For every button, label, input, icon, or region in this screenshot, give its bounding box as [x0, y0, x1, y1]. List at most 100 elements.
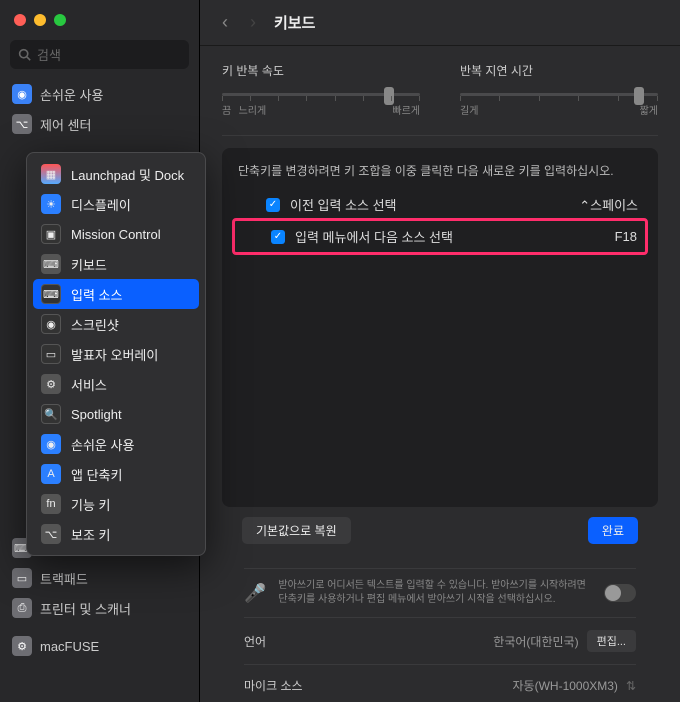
- popup-item-keyboard[interactable]: ⌨ 키보드: [33, 249, 199, 279]
- key-repeat-slider[interactable]: 키 반복 속도 끔 느리게 빠르게: [222, 62, 420, 117]
- popup-item-launchpad[interactable]: ▦ Launchpad 및 Dock: [33, 159, 199, 189]
- language-row: 언어 한국어(대한민국) 편집...: [244, 617, 636, 664]
- close-window[interactable]: [14, 14, 26, 26]
- printer-icon: ⎙: [12, 598, 32, 618]
- language-value: 한국어(대한민국): [493, 633, 578, 650]
- keyboard-icon: ⌨: [41, 254, 61, 274]
- done-button[interactable]: 완료: [588, 517, 638, 544]
- popup-item-label: 스크린샷: [71, 315, 119, 334]
- slider-label: 반복 지연 시간: [460, 62, 658, 79]
- function-keys-icon: fn: [41, 494, 61, 514]
- popup-item-screenshot[interactable]: ◉ 스크린샷: [33, 309, 199, 339]
- search-input[interactable]: 검색: [10, 40, 189, 69]
- popup-item-presenter[interactable]: ▭ 발표자 오버레이: [33, 339, 199, 369]
- sidebar-item-label: macFUSE: [40, 639, 99, 654]
- popup-item-label: 보조 키: [71, 525, 111, 544]
- popup-item-label: 손쉬운 사용: [71, 435, 134, 454]
- shortcut-label: 입력 메뉴에서 다음 소스 선택: [295, 227, 605, 246]
- language-label: 언어: [244, 633, 266, 650]
- back-button[interactable]: ‹: [218, 10, 232, 35]
- mic-icon: 🎤: [244, 583, 266, 604]
- zoom-window[interactable]: [54, 14, 66, 26]
- page-title: 키보드: [274, 12, 315, 33]
- services-icon: ⚙: [41, 374, 61, 394]
- display-icon: ☀: [41, 194, 61, 214]
- instruction-text: 단축키를 변경하려면 키 조합을 이중 클릭한 다음 새로운 키를 입력하십시오…: [238, 162, 642, 179]
- popup-item-label: 서비스: [71, 375, 107, 394]
- launchpad-icon: ▦: [41, 164, 61, 184]
- edit-language-button[interactable]: 편집...: [587, 630, 636, 652]
- dictation-text: 받아쓰기로 어디서든 텍스트를 입력할 수 있습니다. 받아쓰기를 시작하려면 …: [278, 579, 592, 607]
- mic-source-row: 마이크 소스 자동(WH-1000XM3) ⇅: [244, 664, 636, 702]
- header: ‹ › 키보드: [200, 0, 680, 46]
- popup-item-label: 키보드: [71, 255, 107, 274]
- search-placeholder: 검색: [37, 45, 61, 64]
- trackpad-icon: ▭: [12, 568, 32, 588]
- sidebar-item-trackpad[interactable]: ▭ 트랙패드: [6, 563, 193, 593]
- checkbox[interactable]: ✓: [266, 198, 280, 212]
- mission-control-icon: ▣: [41, 224, 61, 244]
- category-popup: ▦ Launchpad 및 Dock ☀ 디스플레이 ▣ Mission Contro…: [26, 152, 206, 556]
- input-source-icon: ⌨: [41, 284, 61, 304]
- sidebar-item-printers[interactable]: ⎙ 프린터 및 스캐너: [6, 593, 193, 623]
- macfuse-icon: ⚙: [12, 636, 32, 656]
- accessibility-icon: ◉: [12, 84, 32, 104]
- control-center-icon: ⌥: [12, 114, 32, 134]
- minimize-window[interactable]: [34, 14, 46, 26]
- window-controls: [0, 0, 199, 36]
- popup-item-app-shortcuts[interactable]: A 앱 단축키: [33, 459, 199, 489]
- accessibility-icon: ◉: [41, 434, 61, 454]
- spotlight-icon: 🔍: [41, 404, 61, 424]
- popup-item-modifier-keys[interactable]: ⌥ 보조 키: [33, 519, 199, 549]
- shortcut-label: 이전 입력 소스 선택: [290, 195, 569, 214]
- popup-item-services[interactable]: ⚙ 서비스: [33, 369, 199, 399]
- mic-label: 마이크 소스: [244, 677, 303, 694]
- popup-item-label: 기능 키: [71, 495, 111, 514]
- slider-min-label: 끔: [222, 102, 231, 117]
- dictation-row: 🎤 받아쓰기로 어디서든 텍스트를 입력할 수 있습니다. 받아쓰기를 시작하려…: [244, 568, 636, 617]
- app-shortcuts-icon: A: [41, 464, 61, 484]
- popup-item-input-sources[interactable]: ⌨ 입력 소스: [33, 279, 199, 309]
- restore-defaults-button[interactable]: 기본값으로 복원: [242, 517, 351, 544]
- main-panel: ‹ › 키보드 키 반복 속도 끔 느리게 빠르게 반복 지연 시간: [200, 0, 680, 702]
- popup-item-display[interactable]: ☀ 디스플레이: [33, 189, 199, 219]
- popup-item-function-keys[interactable]: fn 기능 키: [33, 489, 199, 519]
- shortcut-key[interactable]: ⌃스페이스: [579, 195, 638, 214]
- popup-item-accessibility[interactable]: ◉ 손쉬운 사용: [33, 429, 199, 459]
- presenter-icon: ▭: [41, 344, 61, 364]
- popup-item-label: 입력 소스: [71, 285, 122, 304]
- mic-value: 자동(WH-1000XM3): [513, 677, 618, 694]
- popup-item-label: 발표자 오버레이: [71, 345, 158, 364]
- sidebar-item-label: 프린터 및 스캐너: [40, 599, 131, 618]
- shortcuts-panel: 단축키를 변경하려면 키 조합을 이중 클릭한 다음 새로운 키를 입력하십시오…: [222, 148, 658, 507]
- modifier-keys-icon: ⌥: [41, 524, 61, 544]
- popup-item-label: Launchpad 및 Dock: [71, 165, 184, 184]
- popup-item-label: 디스플레이: [71, 195, 131, 214]
- sidebar-item-control-center[interactable]: ⌥ 제어 센터: [6, 109, 193, 139]
- shortcut-row[interactable]: ✓ 이전 입력 소스 선택 ⌃스페이스: [238, 189, 642, 220]
- sidebar-item-label: 제어 센터: [40, 115, 91, 134]
- popup-item-mission-control[interactable]: ▣ Mission Control: [33, 219, 199, 249]
- mic-source-select[interactable]: 자동(WH-1000XM3) ⇅: [513, 677, 637, 694]
- popup-item-label: 앱 단축키: [71, 465, 122, 484]
- slider-max-label: 빠르게: [392, 102, 420, 117]
- popup-item-label: Spotlight: [71, 407, 122, 422]
- forward-button: ›: [246, 10, 260, 35]
- slider-mid-label: 느리게: [239, 102, 267, 117]
- shortcut-key[interactable]: F18: [615, 229, 637, 244]
- shortcut-row-highlighted[interactable]: ✓ 입력 메뉴에서 다음 소스 선택 F18: [232, 218, 648, 255]
- repeat-delay-slider[interactable]: 반복 지연 시간 길게짧게: [460, 62, 658, 117]
- sidebar-item-accessibility[interactable]: ◉ 손쉬운 사용: [6, 79, 193, 109]
- screenshot-icon: ◉: [41, 314, 61, 334]
- sidebar-item-macfuse[interactable]: ⚙ macFUSE: [6, 631, 193, 661]
- sidebar-item-label: 트랙패드: [40, 569, 88, 588]
- search-icon: [18, 48, 31, 61]
- checkbox[interactable]: ✓: [271, 230, 285, 244]
- slider-min-label: 길게: [460, 102, 478, 117]
- popup-item-spotlight[interactable]: 🔍 Spotlight: [33, 399, 199, 429]
- sidebar-item-label: 손쉬운 사용: [40, 85, 103, 104]
- popup-item-label: Mission Control: [71, 227, 161, 242]
- chevron-updown-icon: ⇅: [626, 679, 636, 693]
- dictation-toggle[interactable]: [604, 584, 636, 602]
- slider-label: 키 반복 속도: [222, 62, 420, 79]
